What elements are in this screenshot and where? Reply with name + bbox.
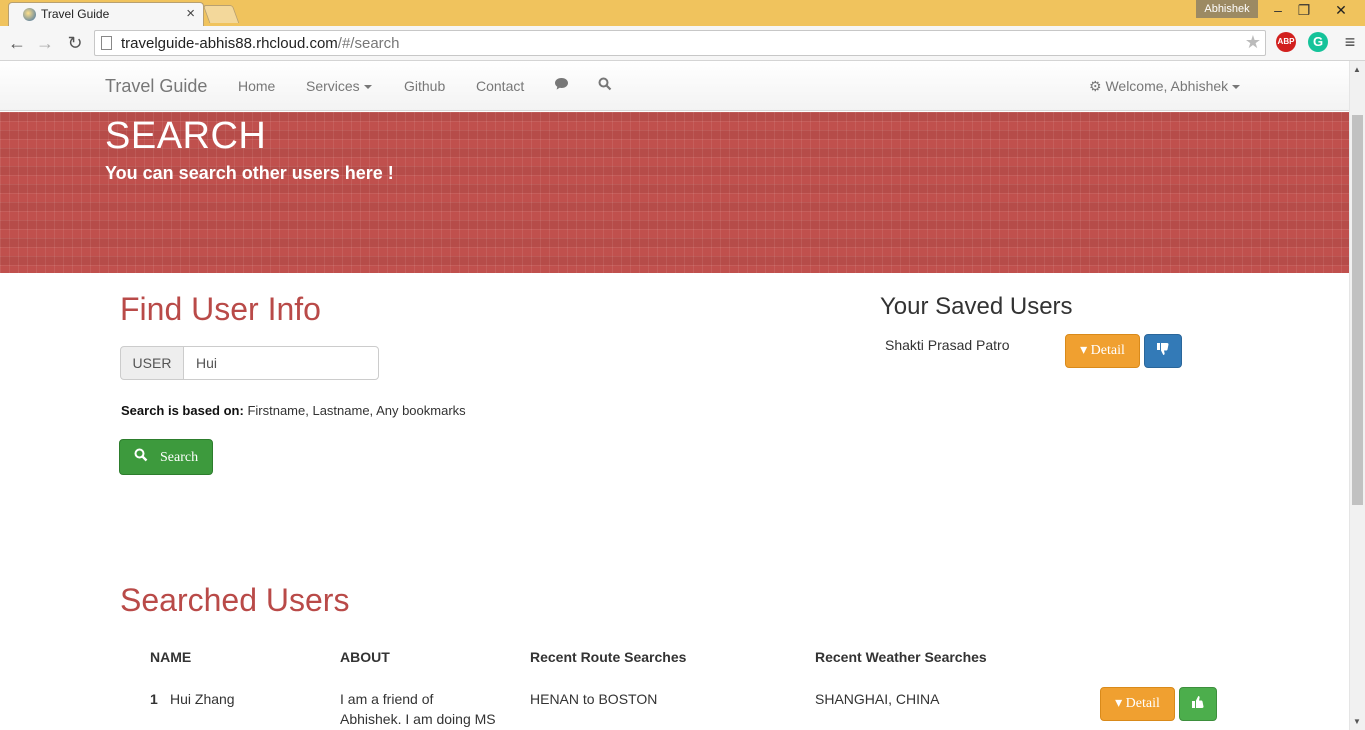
user-addon: USER (120, 346, 184, 380)
caret-down-icon (1232, 85, 1241, 90)
page-title: SEARCH (105, 115, 267, 157)
browser-tab[interactable]: Travel Guide × (8, 2, 204, 26)
back-icon[interactable]: ← (6, 32, 28, 54)
scroll-up-icon[interactable]: ▲ (1353, 65, 1361, 74)
page-icon (101, 36, 112, 50)
nav-github[interactable]: Github (404, 78, 445, 94)
minimize-icon[interactable]: – (1264, 0, 1292, 20)
find-user-heading: Find User Info (120, 291, 321, 327)
thumbs-down-icon (1156, 343, 1170, 359)
profile-chip[interactable]: Abhishek (1196, 0, 1258, 18)
new-tab-button[interactable] (202, 5, 240, 23)
user-search-group: USER Hui (120, 346, 379, 380)
chevron-circle-down-icon: ▾ (1080, 343, 1088, 358)
thumbs-up-icon (1191, 696, 1205, 712)
adblock-extension-icon[interactable]: ABP (1276, 32, 1296, 52)
search-button[interactable]: Search (119, 439, 213, 475)
reload-icon[interactable]: ↻ (64, 32, 86, 54)
searched-users-heading: Searched Users (120, 582, 350, 618)
url-text: travelguide-abhis88.rhcloud.com/#/search (121, 35, 400, 52)
page-scrollbar[interactable]: ▲ ▼ (1349, 61, 1365, 730)
user-menu[interactable]: ⚙ Welcome, Abhishek (1089, 78, 1241, 95)
browser-toolbar: ← → ↻ travelguide-abhis88.rhcloud.com/#/… (0, 26, 1365, 61)
caret-down-icon (363, 85, 372, 90)
gear-icon: ⚙ (1089, 78, 1102, 94)
tab-title: Travel Guide (41, 7, 110, 21)
page-subtitle: You can search other users here ! (105, 163, 394, 183)
window-close-icon[interactable]: ✕ (1318, 0, 1364, 20)
welcome-label: Welcome, Abhishek (1105, 78, 1229, 94)
browser-menu-icon[interactable]: ≡ (1340, 32, 1360, 52)
unsave-thumbs-down-button[interactable] (1144, 334, 1182, 368)
search-icon[interactable] (598, 77, 612, 94)
nav-home[interactable]: Home (238, 78, 275, 94)
col-header-name: NAME (150, 649, 192, 665)
saved-detail-button[interactable]: ▾ Detail (1065, 334, 1140, 368)
address-bar[interactable]: travelguide-abhis88.rhcloud.com/#/search… (94, 30, 1266, 56)
scroll-down-icon[interactable]: ▼ (1353, 717, 1361, 726)
bookmark-star-icon[interactable]: ★ (1245, 32, 1261, 53)
row-route: HENAN to BOSTON (530, 691, 658, 707)
forward-icon[interactable]: → (34, 32, 56, 54)
brand-link[interactable]: Travel Guide (105, 76, 207, 97)
row-about: I am a friend of Abhishek. I am doing MS (340, 691, 496, 727)
row-name: Hui Zhang (170, 691, 235, 707)
user-search-input[interactable]: Hui (183, 346, 379, 380)
saved-users-heading: Your Saved Users (880, 293, 1073, 320)
row-weather: SHANGHAI, CHINA (815, 691, 940, 707)
chevron-circle-down-icon: ▾ (1115, 696, 1123, 711)
scroll-thumb[interactable] (1352, 115, 1363, 505)
search-icon (134, 448, 148, 466)
search-button-label: Search (160, 450, 199, 465)
favicon-icon (23, 8, 36, 21)
col-header-about: ABOUT (340, 649, 390, 665)
grammarly-extension-icon[interactable]: G (1308, 32, 1328, 52)
comment-icon[interactable] (554, 77, 569, 94)
saved-user-name: Shakti Prasad Patro (885, 337, 1010, 353)
site-navbar: Travel Guide Home Services Github Contac… (0, 61, 1349, 111)
window-titlebar: Travel Guide × Abhishek – ❐ ✕ (0, 0, 1365, 26)
col-header-weather: Recent Weather Searches (815, 649, 987, 665)
row-index: 1 (150, 691, 158, 707)
page-viewport: Travel Guide Home Services Github Contac… (0, 61, 1349, 730)
col-header-route: Recent Route Searches (530, 649, 687, 665)
nav-services[interactable]: Services (306, 78, 372, 94)
save-thumbs-up-button[interactable] (1179, 687, 1217, 721)
search-note: Search is based on: Firstname, Lastname,… (121, 403, 466, 418)
nav-services-label: Services (306, 78, 360, 94)
restore-icon[interactable]: ❐ (1290, 0, 1318, 20)
nav-contact[interactable]: Contact (476, 78, 524, 94)
tab-close-icon[interactable]: × (186, 5, 195, 22)
hero-banner: SEARCH You can search other users here ! (0, 112, 1349, 273)
result-detail-button[interactable]: ▾ Detail (1100, 687, 1175, 721)
